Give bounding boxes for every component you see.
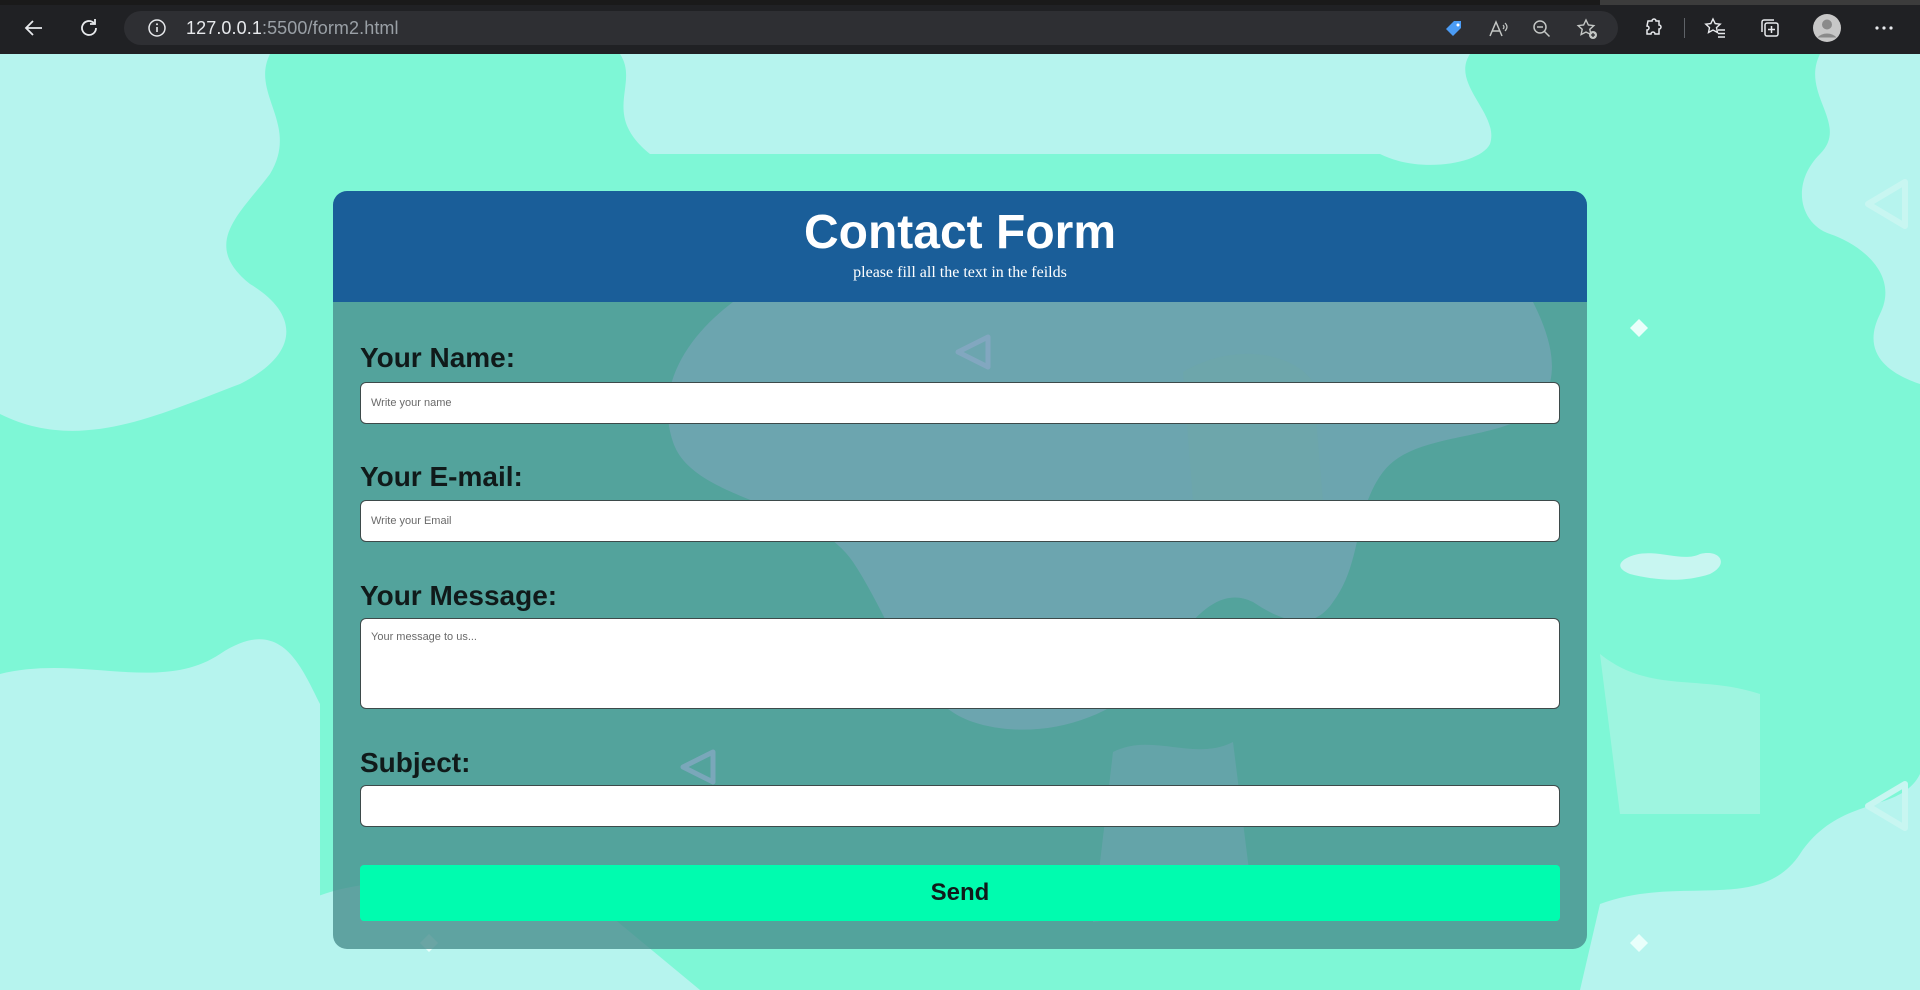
url-text[interactable]: 127.0.0.1:5500/form2.html — [186, 18, 399, 39]
url-host: 127.0.0.1 — [186, 18, 262, 38]
message-textarea[interactable] — [360, 618, 1560, 709]
read-aloud-icon[interactable] — [1486, 17, 1510, 41]
form-subtitle: please fill all the text in the feilds — [853, 264, 1067, 281]
form-title: Contact Form — [804, 206, 1116, 259]
subject-label: Subject: — [360, 747, 471, 778]
page-viewport: Contact Form please fill all the text in… — [0, 54, 1920, 990]
message-label: Your Message: — [360, 580, 558, 611]
back-icon[interactable] — [17, 11, 51, 45]
url-path: :5500/form2.html — [261, 18, 399, 38]
email-input[interactable] — [360, 500, 1560, 542]
name-label: Your Name: — [360, 342, 516, 373]
address-bar[interactable]: 127.0.0.1:5500/form2.html — [124, 11, 1618, 45]
toolbar-divider — [1684, 18, 1685, 38]
subject-input[interactable] — [360, 785, 1560, 827]
form-body: Your Name: Your E-mail: Your Message: Su… — [333, 302, 1587, 949]
info-icon[interactable] — [146, 17, 168, 39]
zoom-out-icon[interactable] — [1530, 17, 1554, 41]
active-tab-strip[interactable] — [0, 0, 1600, 5]
send-button[interactable]: Send — [360, 865, 1560, 921]
profile-icon[interactable] — [1810, 11, 1844, 45]
reload-icon[interactable] — [72, 11, 106, 45]
browser-toolbar: 127.0.0.1:5500/form2.html — [0, 0, 1920, 54]
add-favorite-icon[interactable] — [1575, 17, 1599, 41]
favorites-icon[interactable] — [1698, 11, 1732, 45]
email-label: Your E-mail: — [360, 461, 523, 492]
name-input[interactable] — [360, 382, 1560, 424]
price-tag-icon[interactable] — [1442, 17, 1466, 41]
extensions-icon[interactable] — [1636, 11, 1670, 45]
form-header: Contact Form please fill all the text in… — [333, 191, 1587, 302]
collections-icon[interactable] — [1753, 11, 1787, 45]
more-icon[interactable] — [1867, 11, 1901, 45]
contact-form-card: Contact Form please fill all the text in… — [333, 191, 1587, 949]
tab-strip — [0, 0, 1920, 5]
